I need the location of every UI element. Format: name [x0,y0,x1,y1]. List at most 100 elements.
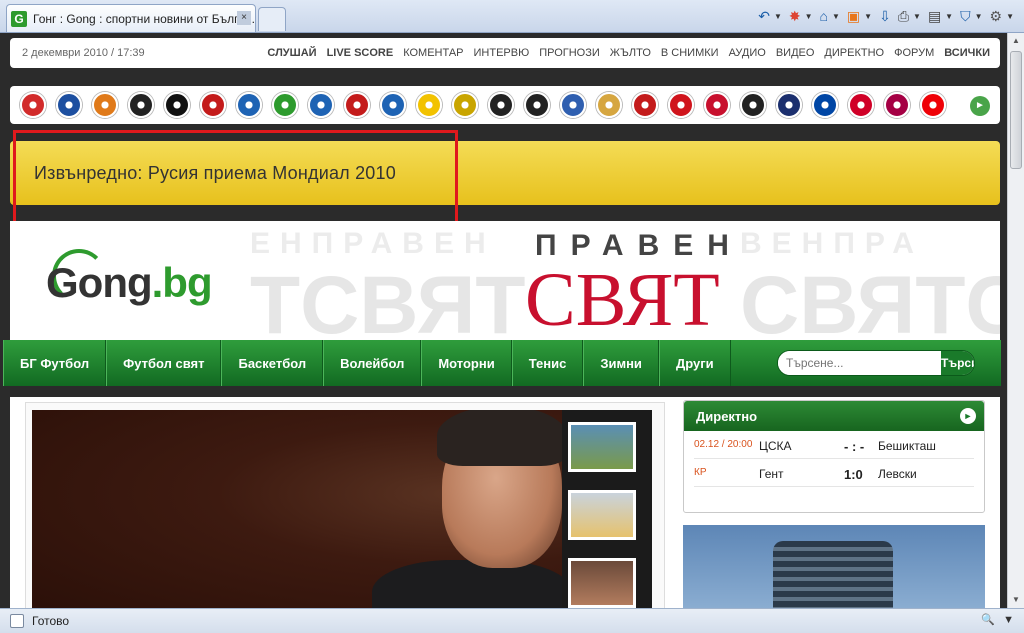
zoom-dropdown-icon[interactable]: ▼ [1003,614,1014,626]
club-crest-icon[interactable] [668,92,694,118]
thumbnail-1[interactable] [568,422,636,472]
menu-item[interactable]: Волейбол [323,340,422,386]
photo-person-hair [437,410,562,466]
logo-domain: .bg [151,259,213,306]
club-crest-icon[interactable] [632,92,658,118]
club-crest-icon[interactable] [380,92,406,118]
club-crest-icon[interactable] [272,92,298,118]
search-input[interactable] [778,351,941,375]
club-crest-icon[interactable] [200,92,226,118]
nav-link[interactable]: КОМЕНТАР [403,47,463,59]
nav-link[interactable]: ИНТЕРВЮ [474,47,530,59]
club-crest-icon[interactable] [596,92,622,118]
clubs-next-icon[interactable]: ► [970,96,990,116]
match-time: 02.12 / 20:00 [694,439,753,450]
live-match-row[interactable]: 02.12 / 20:00 ЦСКА - : - Бешикташ [694,431,974,459]
menu-item[interactable]: Зимни [583,340,659,386]
club-crest-icon[interactable] [812,92,838,118]
nav-link[interactable]: АУДИО [729,47,766,59]
logo-text: ong [77,259,153,306]
club-crest-icon[interactable] [560,92,586,118]
club-crest-icon[interactable] [308,92,334,118]
menu-item[interactable]: Тенис [511,340,584,386]
club-crest-icon[interactable] [416,92,442,118]
home-team: Гент [759,467,784,481]
club-crest-icon[interactable] [884,92,910,118]
away-team: Левски [878,467,917,481]
menu-item[interactable]: БГ Футбол [3,340,107,386]
club-crest-icon[interactable] [56,92,82,118]
site-logo[interactable]: Gong.bg [46,259,213,307]
club-crest-icon[interactable] [524,92,550,118]
site-favicon-icon: G [11,10,27,27]
nav-link[interactable]: ВСИЧКИ [944,47,990,59]
side-photo[interactable] [683,525,985,608]
rss-icon[interactable]: ▣ ▼ [845,6,874,26]
vertical-scrollbar[interactable]: ▲ ▼ [1007,33,1024,608]
banner-ghost-text: ВЕНПРА [740,227,924,260]
browser-tab-bar: G Гонг : Gong : спортни новини от Бълга.… [0,0,1024,33]
site-banner: ЕНПРАВЕН ТСВЯТ ВЕНПРА СВЯТСЕ Gong.bg ПРА… [10,221,1000,341]
club-crest-icon[interactable] [920,92,946,118]
thumbnail-strip [562,410,652,608]
menu-item[interactable]: Баскетбол [221,340,324,386]
club-crest-icon[interactable] [92,92,118,118]
club-crest-icon[interactable] [452,92,478,118]
back-icon[interactable]: ↶ ▼ [756,6,784,26]
browser-tab[interactable]: G Гонг : Gong : спортни новини от Бълга.… [6,4,256,32]
nav-link[interactable]: СЛУШАЙ [267,47,316,59]
home-icon[interactable]: ⌂ ▼ [818,6,842,26]
live-header[interactable]: Директно ► [684,401,984,431]
match-score: - : - [844,439,865,454]
gear-icon[interactable]: ⚙ ▼ [988,6,1016,26]
club-crest-icon[interactable] [488,92,514,118]
club-crest-icon[interactable] [128,92,154,118]
nav-link[interactable]: ФОРУМ [894,47,934,59]
menu-item[interactable]: Други [658,340,731,386]
flash-icon[interactable]: ✸ ▼ [787,6,815,26]
nav-link[interactable]: ДИРЕКТНО [824,47,884,59]
page-icon[interactable]: ▤ ▼ [926,6,955,26]
club-crest-icon[interactable] [236,92,262,118]
club-crest-icon[interactable] [776,92,802,118]
nav-link[interactable]: ВИДЕО [776,47,815,59]
shield-icon[interactable]: ⛉ ▼ [958,6,984,26]
scroll-up-icon[interactable]: ▲ [1008,33,1024,49]
browser-toolbar: ↶ ▼ ✸ ▼ ⌂ ▼ ▣ ▼ ⇩ ⎙ ▼ ▤ ▼ ⛉ ▼ ⚙ ▼ [756,6,1016,26]
nav-link[interactable]: ПРОГНОЗИ [539,47,600,59]
banner-ghost-text: СВЯТСЕ [740,260,1000,341]
thumbnail-2[interactable] [568,490,636,540]
home-team: ЦСКА [759,439,792,453]
menu-item[interactable]: Моторни [421,340,512,386]
nav-link[interactable]: LIVE SCORE [327,47,394,59]
side-photo-building [773,541,893,608]
club-crest-icon[interactable] [344,92,370,118]
section-links: СЛУШАЙ LIVE SCORE КОМЕНТАР ИНТЕРВЮ ПРОГНОЗИ Ж… [267,47,990,59]
live-match-row[interactable]: КР Гент 1:0 Левски [694,459,974,487]
featured-story [25,402,665,608]
status-bar: Готово 🔍 ▼ [0,608,1024,633]
menu-item[interactable]: Футбол свят [106,340,222,386]
thumbnail-3[interactable] [568,558,636,608]
tab-close-icon[interactable]: × [237,11,251,25]
live-rows: 02.12 / 20:00 ЦСКА - : - Бешикташ КР Гент 1:0 Л… [684,431,984,487]
featured-photo[interactable] [32,410,562,608]
nav-link[interactable]: ЖЪЛТО [610,47,651,59]
club-crest-icon[interactable] [848,92,874,118]
live-more-icon[interactable]: ► [960,408,976,424]
scroll-thumb[interactable] [1010,51,1022,169]
print-icon[interactable]: ⎙ ▼ [896,6,923,26]
scroll-down-icon[interactable]: ▼ [1008,592,1024,608]
club-crest-icon[interactable] [20,92,46,118]
new-tab-button[interactable] [258,7,286,31]
zoom-icon[interactable]: 🔍 [981,613,995,626]
download-icon[interactable]: ⇩ [877,6,893,26]
club-crest-icon[interactable] [164,92,190,118]
club-crest-icon[interactable] [740,92,766,118]
highlight-box [13,130,458,225]
main-menu: БГ Футбол Футбол свят Баскетбол Волейбол Мот… [3,340,1001,386]
nav-link[interactable]: В СНИМКИ [661,47,719,59]
search-button[interactable]: Търси [941,351,974,375]
club-crest-icon[interactable] [704,92,730,118]
tab-title: Гонг : Gong : спортни новини от Бълга... [33,11,255,26]
